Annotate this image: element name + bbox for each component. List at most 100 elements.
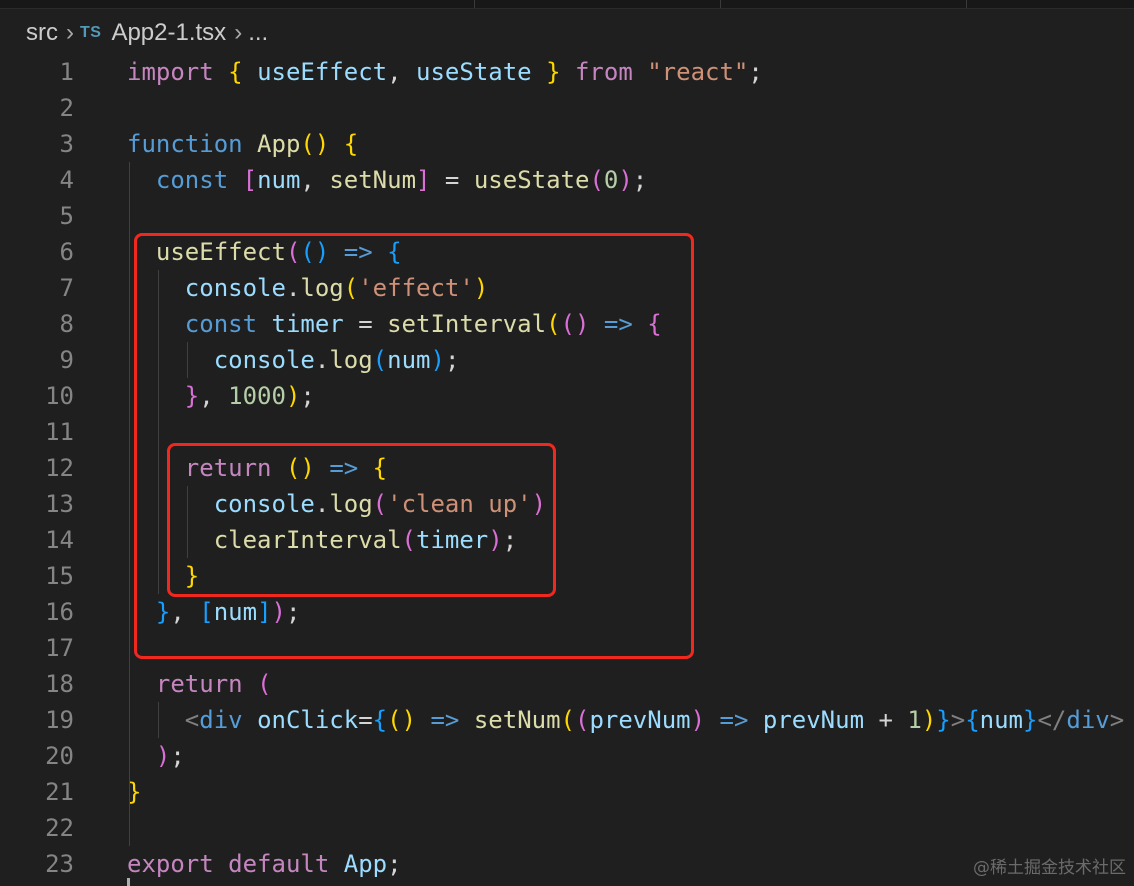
cleanup-highlight-box — [167, 443, 556, 597]
code-token: => — [719, 706, 749, 734]
code-token: 0 — [603, 166, 619, 194]
code-token: const — [155, 166, 229, 194]
code-token: num — [257, 166, 301, 194]
code-editor[interactable]: 1 import { useEffect, useState } from "re… — [0, 54, 1134, 886]
code-token: div — [199, 706, 243, 734]
indent-guide — [129, 162, 130, 846]
code-token: } — [936, 706, 951, 734]
code-text: ); — [127, 738, 185, 774]
code-token: </ — [1037, 706, 1067, 734]
code-token: from — [574, 58, 633, 86]
watermark: @稀土掘金技术社区 — [973, 858, 1126, 878]
code-line[interactable]: 20 ); — [0, 738, 1134, 774]
code-token: => — [430, 706, 460, 734]
line-number: 11 — [45, 418, 74, 446]
line-number: 10 — [45, 382, 74, 410]
code-token: prevNum — [589, 706, 691, 734]
code-token: ; — [748, 58, 763, 86]
line-number: 13 — [45, 490, 74, 518]
line-number: 22 — [45, 814, 74, 842]
breadcrumb-symbol-ellipsis[interactable]: ... — [248, 19, 268, 47]
code-line[interactable]: 3 function App() { — [0, 126, 1134, 162]
code-token: useEffect — [257, 58, 388, 86]
code-text: import { useEffect, useState } from "rea… — [127, 54, 763, 90]
breadcrumb-file[interactable]: App2-1.tsx — [111, 19, 226, 47]
tab-divider — [474, 0, 475, 8]
breadcrumb: src › TS App2-1.tsx › ... — [26, 16, 268, 50]
code-token: = — [430, 166, 474, 194]
line-number: 14 — [45, 526, 74, 554]
code-text: const [num, setNum] = useState(0); — [127, 162, 647, 198]
indent-guide — [158, 702, 159, 738]
code-token: import — [127, 58, 214, 86]
code-token: ( — [257, 670, 272, 698]
code-token: App — [257, 130, 301, 158]
code-token: return — [155, 670, 243, 698]
code-line[interactable]: 21} — [0, 774, 1134, 810]
line-number: 9 — [59, 346, 74, 374]
code-line[interactable]: 22 — [0, 810, 1134, 846]
typescript-icon: TS — [80, 24, 102, 41]
code-line[interactable]: 5 — [0, 198, 1134, 234]
code-text: export default App; — [127, 846, 402, 882]
code-token: () — [300, 130, 330, 158]
breadcrumb-folder[interactable]: src — [26, 19, 58, 47]
code-line[interactable]: 1 import { useEffect, useState } from "re… — [0, 54, 1134, 90]
editor-tab-bar — [0, 0, 1134, 9]
code-token: prevNum — [762, 706, 865, 734]
code-token: { — [228, 58, 243, 86]
line-number: 7 — [59, 274, 74, 302]
code-token: onClick — [257, 706, 359, 734]
code-token: } — [1023, 706, 1038, 734]
code-token: num — [979, 706, 1024, 734]
code-token: ; — [632, 166, 648, 194]
line-number: 1 — [59, 58, 74, 86]
code-line[interactable]: 23 export default App; — [0, 846, 1134, 882]
code-token: export — [127, 850, 214, 878]
code-token: [ — [242, 166, 258, 194]
code-token: ( — [560, 706, 575, 734]
code-token: div — [1066, 706, 1110, 734]
code-token: ( — [589, 166, 604, 194]
line-number: 17 — [45, 634, 74, 662]
line-number: 21 — [45, 778, 74, 806]
code-line[interactable]: 4 const [num, setNum] = useState(0); — [0, 162, 1134, 198]
code-token: setNum — [473, 706, 561, 734]
line-number: 12 — [45, 454, 74, 482]
code-line[interactable]: 2 — [0, 90, 1134, 126]
code-token: setNum — [329, 166, 417, 194]
chevron-right-icon: › — [66, 19, 74, 46]
line-number: 23 — [45, 850, 74, 878]
code-text: function App() { — [127, 126, 358, 162]
line-number: 19 — [45, 706, 74, 734]
code-token: } — [546, 58, 561, 86]
code-token: { — [372, 706, 388, 734]
code-token: ) — [618, 166, 633, 194]
line-number: 8 — [59, 310, 74, 338]
code-token: < — [184, 706, 200, 734]
code-token: { — [343, 130, 359, 158]
code-text: return ( — [127, 666, 272, 702]
tab-divider — [720, 0, 721, 8]
code-token: ) — [155, 742, 171, 770]
code-token: default — [228, 850, 330, 878]
code-line[interactable]: 19 <div onClick={() => setNum((prevNum) … — [0, 702, 1134, 738]
code-token: ( — [575, 706, 590, 734]
text-cursor — [127, 878, 130, 886]
code-token: function — [127, 130, 243, 158]
code-token: { — [965, 706, 980, 734]
line-number: 18 — [45, 670, 74, 698]
code-line[interactable]: 18 return ( — [0, 666, 1134, 702]
